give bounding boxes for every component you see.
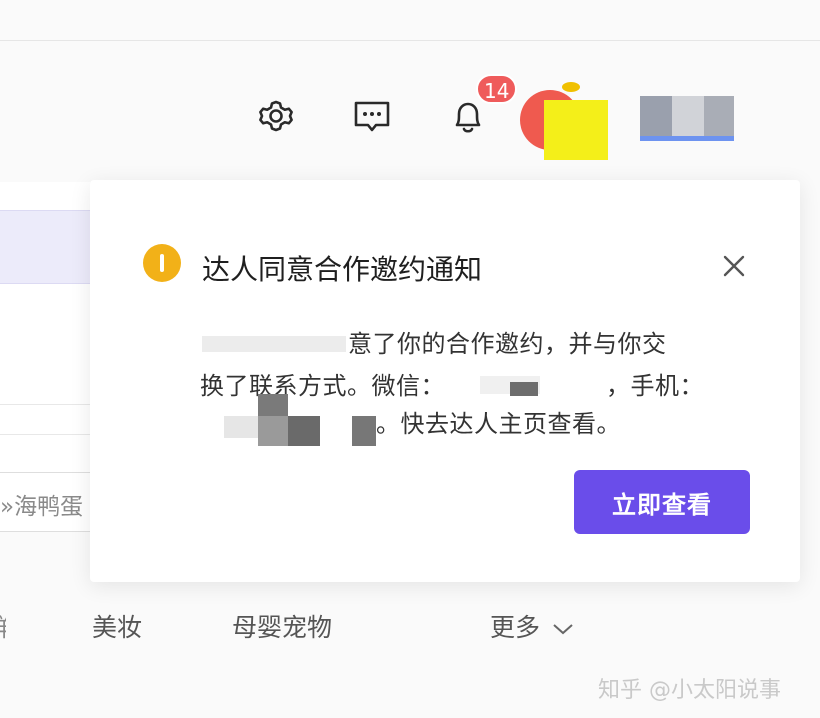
redacted-phone xyxy=(224,416,258,438)
top-divider xyxy=(0,40,820,41)
redacted-phone xyxy=(352,416,376,446)
divider xyxy=(0,434,90,435)
username-redacted[interactable] xyxy=(636,96,736,141)
messages-button[interactable] xyxy=(350,94,394,138)
avatar[interactable] xyxy=(518,82,614,162)
popup-title: 达人同意合作邀约通知 xyxy=(202,253,483,286)
settings-button[interactable] xyxy=(254,94,298,138)
redacted-phone xyxy=(288,416,320,446)
category-maternity-pets[interactable]: 母婴宠物 xyxy=(232,608,332,644)
popup-body-line1: 意了你的合作邀约，并与你交 xyxy=(348,330,667,358)
notification-badge: 14 xyxy=(476,74,518,104)
category-partial[interactable]: 鲜 xyxy=(0,608,6,644)
search-input-text: »海鸭蛋 xyxy=(0,494,84,520)
warning-icon xyxy=(143,244,181,282)
gear-icon xyxy=(259,100,293,132)
redacted-wechat xyxy=(510,382,538,396)
redacted-phone xyxy=(258,394,288,416)
divider xyxy=(0,404,90,405)
chevron-down-icon xyxy=(553,624,573,635)
view-now-button[interactable]: 立即查看 xyxy=(574,470,750,534)
category-beauty[interactable]: 美妆 xyxy=(92,608,142,644)
notification-popup: 达人同意合作邀约通知 意了你的合作邀约，并与你交 换了联系方式。微信： ，手机：… xyxy=(90,180,800,582)
popup-body-line2-tail: ，手机： xyxy=(606,372,704,400)
redacted-phone xyxy=(258,416,288,446)
close-button[interactable] xyxy=(718,250,750,282)
redacted-text xyxy=(202,336,346,352)
category-more[interactable]: 更多 xyxy=(490,608,574,644)
popup-body-line2: 换了联系方式。微信： xyxy=(200,372,445,400)
category-more-label: 更多 xyxy=(490,613,541,642)
watermark: 知乎 @小太阳说事 xyxy=(598,678,781,703)
chat-icon xyxy=(354,101,390,132)
popup-body-line3: 。快去达人主页查看。 xyxy=(376,410,621,438)
highlight-banner xyxy=(0,210,90,284)
close-icon xyxy=(723,255,745,277)
